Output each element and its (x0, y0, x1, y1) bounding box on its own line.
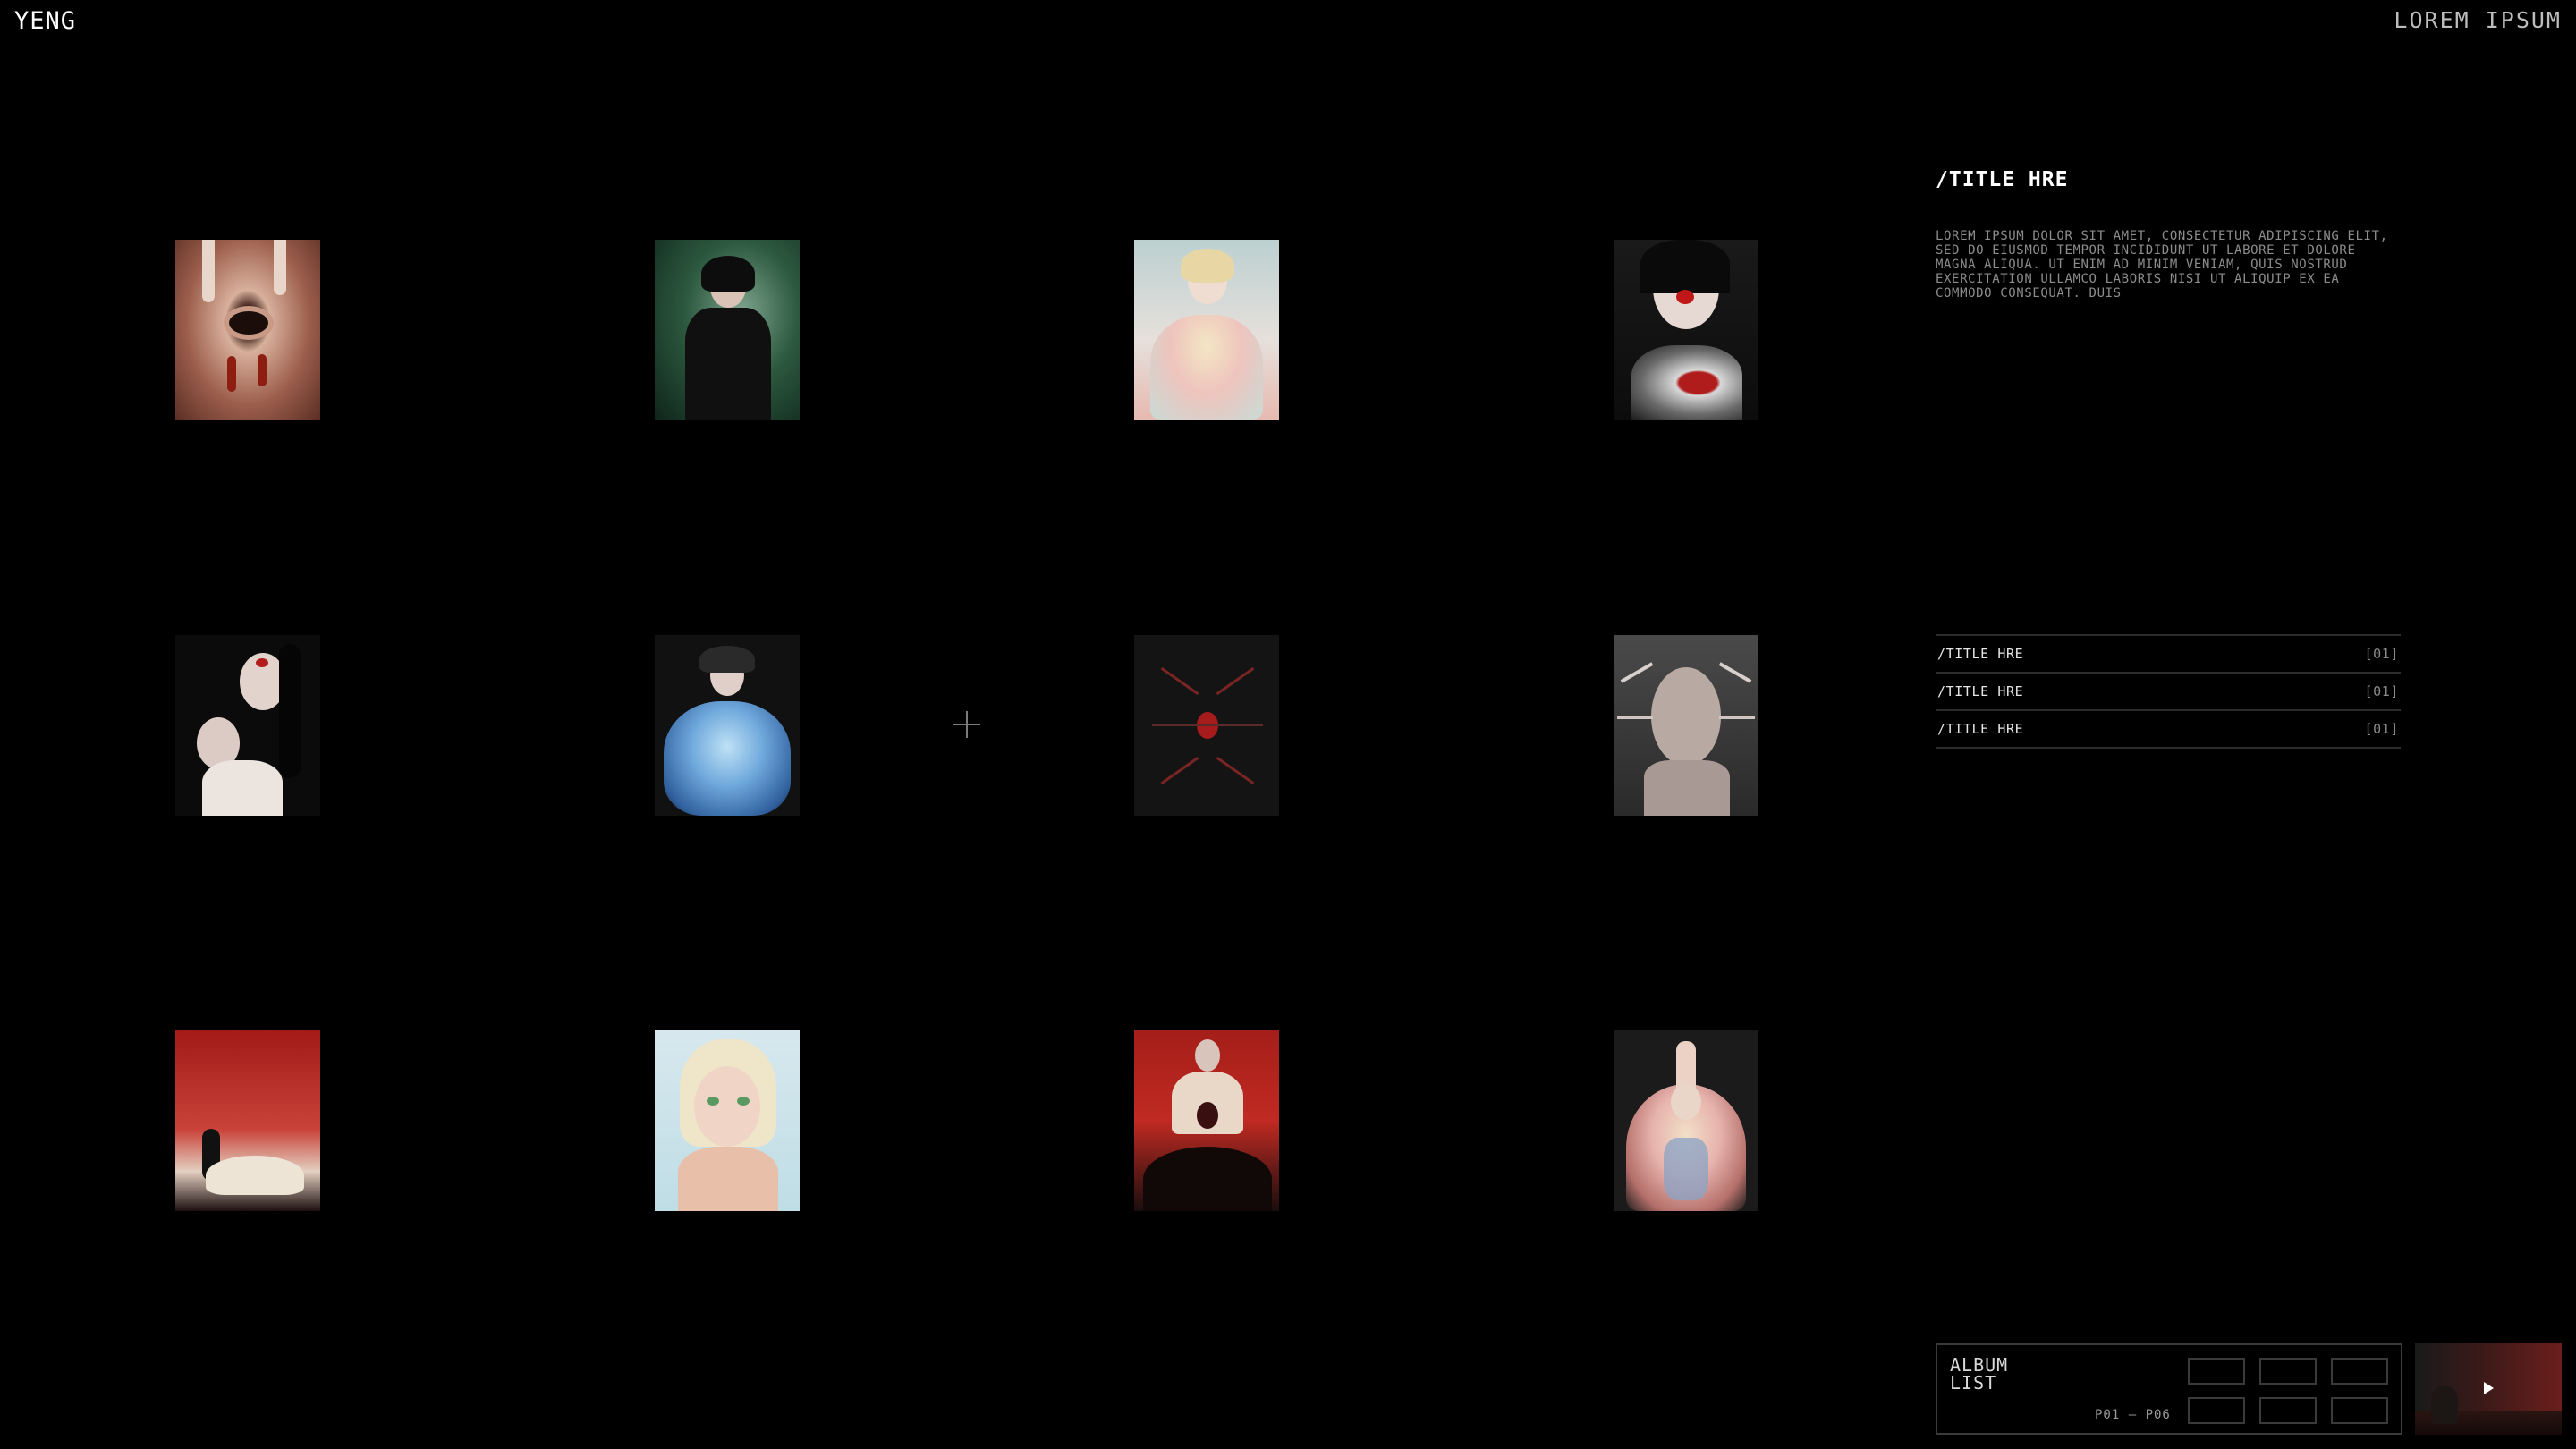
title-list-item[interactable]: /TITLE HRE [01] (1936, 711, 2401, 749)
album-thumb-slot[interactable] (2331, 1397, 2388, 1424)
album-cover-1[interactable] (175, 240, 320, 420)
title-list-item-label: /TITLE HRE (1937, 683, 2024, 699)
page: YENG LOREM IPSUM /TITLE HRE LOREM IPSUM … (0, 0, 2576, 1449)
preview-figure (2431, 1386, 2458, 1424)
album-thumb-slot[interactable] (2188, 1358, 2245, 1385)
album-page-range: P01 — P06 (2095, 1408, 2171, 1422)
eye-shape (229, 311, 268, 335)
album-thumb-slot[interactable] (2331, 1358, 2388, 1385)
album-cover-7[interactable] (1134, 635, 1279, 816)
album-cover-6[interactable] (655, 635, 800, 816)
video-preview[interactable] (2415, 1343, 2562, 1435)
album-cover-2[interactable] (655, 240, 800, 420)
title-list-item-index: [01] (2364, 721, 2399, 737)
album-cover-9[interactable] (175, 1030, 320, 1211)
title-list-item-label: /TITLE HRE (1937, 646, 2024, 662)
album-thumb-slot[interactable] (2259, 1397, 2317, 1424)
album-cover-4[interactable] (1614, 240, 1758, 420)
album-cover-10[interactable] (655, 1030, 800, 1211)
title-list-item[interactable]: /TITLE HRE [01] (1936, 636, 2401, 674)
album-thumb-slot[interactable] (2188, 1397, 2245, 1424)
title-list: /TITLE HRE [01] /TITLE HRE [01] /TITLE H… (1936, 634, 2401, 749)
title-list-item-index: [01] (2364, 646, 2399, 662)
site-logo[interactable]: YENG (14, 7, 76, 35)
album-thumb-slot[interactable] (2259, 1358, 2317, 1385)
album-cover-5[interactable] (175, 635, 320, 816)
top-right-link[interactable]: LOREM IPSUM (2394, 7, 2562, 33)
panel-title: /TITLE HRE (1936, 168, 2069, 191)
album-list-label[interactable]: ALBUM LIST (1950, 1356, 2008, 1392)
add-plus-icon[interactable] (953, 711, 980, 738)
album-cover-3[interactable] (1134, 240, 1279, 420)
play-icon[interactable] (2484, 1382, 2494, 1394)
panel-description: LOREM IPSUM DOLOR SIT AMET, CONSECTETUR … (1936, 229, 2388, 301)
title-list-item-label: /TITLE HRE (1937, 721, 2024, 737)
album-cover-11[interactable] (1134, 1030, 1279, 1211)
album-cover-8[interactable] (1614, 635, 1758, 816)
title-list-item-index: [01] (2364, 683, 2399, 699)
album-cover-12[interactable] (1614, 1030, 1758, 1211)
title-list-item[interactable]: /TITLE HRE [01] (1936, 674, 2401, 711)
album-list-box: ALBUM LIST P01 — P06 (1936, 1343, 2402, 1435)
